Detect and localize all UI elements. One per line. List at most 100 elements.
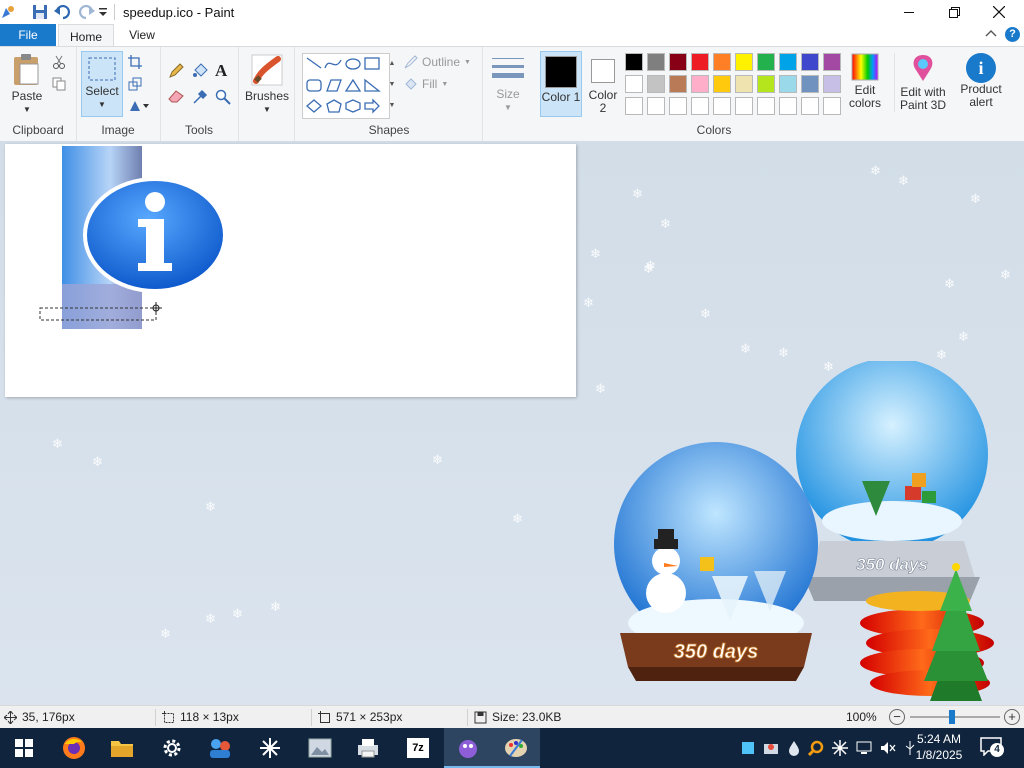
maximize-button[interactable] (931, 0, 977, 24)
close-button[interactable] (976, 0, 1022, 24)
customize-quick-access-icon[interactable] (98, 3, 108, 21)
notifications-button[interactable]: 4 (980, 736, 1004, 759)
size-button[interactable]: Size ▼ (488, 55, 528, 114)
tray-drop-icon[interactable] (788, 740, 800, 756)
minimize-button[interactable] (886, 0, 932, 24)
palette-swatch[interactable] (779, 75, 797, 93)
palette-swatch[interactable] (647, 53, 665, 71)
palette-swatch[interactable] (669, 53, 687, 71)
resize-icon[interactable] (128, 77, 142, 94)
palette-swatch[interactable] (691, 53, 709, 71)
zoom-out-button[interactable]: − (889, 709, 905, 725)
palette-swatch[interactable] (801, 75, 819, 93)
taskbar-network-people[interactable] (196, 728, 244, 768)
fill-bucket-icon[interactable] (192, 63, 208, 82)
taskbar-settings[interactable] (148, 728, 196, 768)
tray-network-icon[interactable] (856, 741, 872, 755)
zoom-in-button[interactable]: + (1004, 709, 1020, 725)
eraser-icon[interactable] (168, 89, 184, 106)
undo-icon[interactable] (54, 3, 72, 21)
image-size: 571 × 253px (318, 710, 402, 724)
palette-swatch[interactable] (735, 75, 753, 93)
taskbar-file-explorer[interactable] (98, 728, 146, 768)
outline-button[interactable]: Outline ▼ (404, 55, 471, 69)
palette-swatch-empty[interactable] (757, 97, 775, 115)
palette-swatch[interactable] (713, 53, 731, 71)
palette-swatch-empty[interactable] (647, 97, 665, 115)
select-button[interactable]: Select ▼ (81, 51, 123, 117)
edit-colors-icon (851, 53, 879, 81)
shapes-scroll[interactable]: ▲ ▼ ▼ (388, 53, 396, 117)
palette-swatch[interactable] (647, 75, 665, 93)
image-size-text: 571 × 253px (336, 710, 403, 724)
paint3d-button[interactable]: Edit with Paint 3D (894, 53, 951, 112)
clock[interactable]: 5:24 AM 1/8/2025 (905, 731, 973, 763)
palette-swatch-empty[interactable] (713, 97, 731, 115)
crop-icon[interactable] (128, 55, 142, 72)
palette-swatch[interactable] (735, 53, 753, 71)
brushes-button[interactable]: Brushes ▼ (244, 53, 290, 116)
palette-swatch[interactable] (757, 75, 775, 93)
zoom-slider[interactable] (910, 710, 1000, 724)
palette-swatch-empty[interactable] (735, 97, 753, 115)
tray-search-icon[interactable] (808, 740, 824, 756)
tray-app-icon[interactable] (742, 742, 754, 754)
asterisk-icon (260, 738, 280, 758)
pencil-icon[interactable] (168, 63, 184, 82)
purple-app-icon (459, 740, 477, 758)
taskbar-photo-viewer[interactable] (296, 728, 344, 768)
color1-button[interactable]: Color 1 (540, 51, 582, 117)
tray-asterisk-icon[interactable] (832, 740, 848, 756)
edit-colors-button[interactable]: Edit colors (844, 53, 886, 110)
taskbar-7zip[interactable]: 7z (394, 728, 442, 768)
taskbar-purple-app[interactable] (444, 728, 492, 768)
color-picker-icon[interactable] (192, 89, 208, 108)
palette-swatch-empty[interactable] (801, 97, 819, 115)
save-icon[interactable] (32, 3, 48, 21)
taskbar-asterisk-app[interactable] (246, 728, 294, 768)
copy-icon[interactable] (52, 77, 66, 94)
start-button[interactable] (0, 728, 48, 768)
palette-swatch[interactable] (779, 53, 797, 71)
color2-button[interactable]: Color 2 (584, 55, 622, 115)
palette-swatch[interactable] (801, 53, 819, 71)
shapes-label: Shapes (368, 123, 410, 137)
tab-view[interactable]: View (116, 24, 168, 46)
fill-button[interactable]: Fill ▼ (404, 77, 448, 91)
rotate-icon[interactable] (128, 99, 150, 116)
palette-swatch[interactable] (823, 75, 841, 93)
tray-volume-mute-icon[interactable] (880, 741, 896, 755)
paste-label: Paste (11, 89, 43, 103)
paint-app-icon[interactable] (0, 3, 16, 21)
taskbar-paint[interactable] (492, 728, 540, 768)
palette-swatch-empty[interactable] (625, 97, 643, 115)
paint-canvas[interactable] (5, 144, 576, 397)
product-alert-button[interactable]: i Product alert (958, 53, 1004, 109)
file-tab[interactable]: File (0, 24, 56, 46)
zoom-slider-thumb[interactable] (949, 710, 955, 724)
magnifier-icon[interactable] (215, 89, 231, 108)
collapse-ribbon-icon[interactable] (985, 28, 997, 43)
palette-swatch[interactable] (625, 75, 643, 93)
palette-swatch-empty[interactable] (669, 97, 687, 115)
palette-swatch[interactable] (625, 53, 643, 71)
text-tool-icon[interactable]: A (215, 61, 227, 81)
palette-swatch[interactable] (691, 75, 709, 93)
palette-swatch-empty[interactable] (691, 97, 709, 115)
cut-icon[interactable] (52, 55, 66, 72)
palette-swatch[interactable] (823, 53, 841, 71)
paste-button[interactable]: Paste ▼ (6, 53, 48, 116)
palette-swatch[interactable] (713, 75, 731, 93)
help-icon[interactable]: ? (1005, 27, 1020, 42)
snowflake: ❄ (970, 191, 981, 206)
taskbar-firefox[interactable] (50, 728, 98, 768)
redo-icon[interactable] (77, 3, 95, 21)
tab-home[interactable]: Home (58, 24, 114, 48)
palette-swatch-empty[interactable] (779, 97, 797, 115)
palette-swatch[interactable] (669, 75, 687, 93)
palette-swatch[interactable] (757, 53, 775, 71)
taskbar-printer-app[interactable] (344, 728, 392, 768)
palette-swatch-empty[interactable] (823, 97, 841, 115)
tray-network-share-icon[interactable] (762, 740, 780, 756)
shapes-gallery[interactable] (302, 53, 390, 119)
